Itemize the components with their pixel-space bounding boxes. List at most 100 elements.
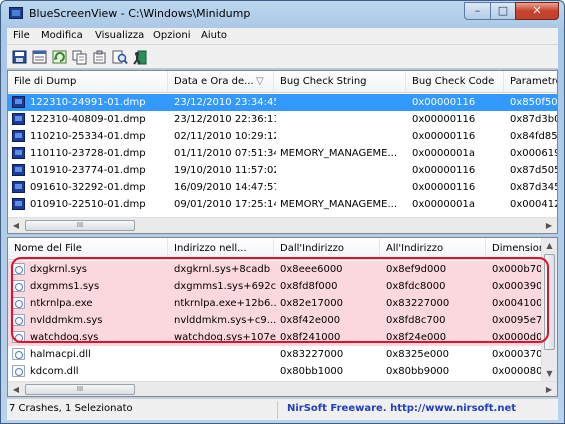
dump-file-icon (12, 96, 25, 108)
close-icon: ✕ (532, 4, 542, 17)
driver-name-cell: watchdog.sys (30, 332, 99, 343)
col-dall-indirizzo[interactable]: Dall'Indirizzo (274, 238, 380, 260)
vertical-scroll-thumb[interactable] (544, 254, 555, 350)
dump-date-cell: 23/12/2010 23:34:45 (174, 97, 276, 108)
col-data-ora-label: Data e Ora de... (174, 76, 254, 87)
driver-row[interactable]: nvlddmkm.sys nvlddmkm.sys+c9... 0x8f42e000… (8, 312, 557, 329)
bug-check-string-cell (280, 94, 408, 111)
driver-list-header: Nome del File Indirizzo nell... Dall'Ind… (8, 238, 557, 260)
to-address-cell: 0x83227000 (386, 298, 450, 309)
dump-date-cell: 01/11/2010 07:51:34 (174, 148, 276, 159)
nirsoft-link[interactable]: NirSoft Freeware. http://www.nirsoft.net (287, 403, 516, 414)
to-address-cell: 0x8f24e000 (386, 332, 447, 343)
parameter-cell: 0x00041287 (510, 199, 557, 210)
title-bar[interactable]: BlueScreenView - C:\Windows\Minidump – □… (1, 1, 564, 27)
driver-row[interactable]: kdcom.dll 0x80bb1000 0x80bb9000 0x00008000 (8, 363, 557, 380)
col-bug-check-string[interactable]: Bug Check String (274, 71, 406, 93)
stack-address-cell: nvlddmkm.sys+c9... (174, 315, 276, 326)
driver-file-icon (12, 297, 25, 309)
minimize-button[interactable]: – (464, 2, 491, 20)
parameter-cell: 0x87d3b008 (510, 114, 557, 125)
save-icon[interactable] (11, 49, 27, 64)
dump-file-cell: 010910-22510-01.dmp (30, 199, 146, 210)
driver-file-icon (12, 280, 25, 292)
menu-aiuto[interactable]: Aiuto (201, 30, 227, 41)
scroll-right-icon[interactable]: ▶ (541, 218, 557, 233)
to-address-cell: 0x8ef9d000 (386, 264, 447, 275)
to-address-cell: 0x8325e000 (386, 349, 449, 360)
scroll-thumb[interactable]: III (25, 220, 135, 231)
driver-list-horizontal-scrollbar[interactable]: ◀ III ▶ (8, 381, 557, 396)
to-address-cell: 0x8fdc8000 (386, 281, 446, 292)
stack-address-cell: dxgkrnl.sys+8cadb (174, 264, 271, 275)
dump-row[interactable]: 010910-22510-01.dmp 09/01/2010 17:25:14 ME… (8, 196, 557, 213)
copy-icon[interactable] (71, 49, 87, 65)
scroll-left-icon[interactable]: ◀ (8, 218, 24, 233)
bug-check-code-cell: 0x00000116 (412, 182, 476, 193)
stack-address-cell: ntkrnlpa.exe+12b6... (174, 298, 276, 309)
scroll-down-icon[interactable]: ▼ (542, 366, 557, 381)
scroll-thumb[interactable]: III (25, 384, 135, 395)
toolbar (7, 45, 558, 69)
menu-file[interactable]: File (13, 30, 30, 41)
bug-check-code-cell: 0x0000001a (412, 199, 475, 210)
bug-check-code-cell: 0x00000116 (412, 97, 476, 108)
driver-row[interactable]: dxgmms1.sys dxgmms1.sys+692c 0x8fd8f000 0x8… (8, 278, 557, 295)
dump-list-horizontal-scrollbar[interactable]: ◀ III ▶ (8, 217, 557, 233)
bug-check-string-cell (280, 111, 408, 128)
driver-row[interactable]: halmacpi.dll 0x83227000 0x8325e000 0x000370… (8, 346, 557, 363)
properties-icon[interactable] (91, 49, 107, 64)
bug-check-code-cell: 0x00000116 (412, 165, 476, 176)
scroll-right-icon[interactable]: ▶ (541, 382, 557, 396)
col-file-di-dump[interactable]: File di Dump (8, 71, 168, 93)
dump-row[interactable]: 122310-40809-01.dmp 23/12/2010 22:36:11 0x… (8, 111, 557, 128)
bug-check-string-cell (280, 179, 408, 196)
find-icon[interactable] (111, 49, 128, 65)
dump-file-icon (12, 147, 25, 159)
bug-check-string-cell (280, 128, 408, 145)
menu-opzioni[interactable]: Opzioni (153, 30, 190, 41)
refresh-icon[interactable] (51, 49, 67, 64)
col-data-ora[interactable]: Data e Ora de... ▽ (168, 71, 274, 93)
bug-check-code-cell: 0x00000116 (412, 131, 476, 142)
dump-file-icon (12, 164, 25, 176)
from-address-cell: 0x82e17000 (280, 298, 343, 309)
driver-row[interactable]: watchdog.sys watchdog.sys+107e 0x8f241000 0… (8, 329, 557, 346)
driver-name-cell: nvlddmkm.sys (30, 315, 103, 326)
dump-list-pane: File di Dump Data e Ora de... ▽ Bug Check… (7, 70, 558, 234)
scroll-up-icon[interactable]: ▲ (542, 238, 557, 253)
driver-list-vertical-scrollbar[interactable]: ▲ ▼ (541, 238, 557, 381)
dump-row[interactable]: 110110-23728-01.dmp 01/11/2010 07:51:34 ME… (8, 145, 557, 162)
dump-file-cell: 101910-23774-01.dmp (30, 165, 146, 176)
menu-visualizza[interactable]: Visualizza (95, 30, 144, 41)
dump-row[interactable]: 101910-23774-01.dmp 19/10/2010 11:57:02 0x… (8, 162, 557, 179)
col-nome-del-file[interactable]: Nome del File (8, 238, 168, 260)
driver-row[interactable]: ntkrnlpa.exe ntkrnlpa.exe+12b6... 0x82e170… (8, 295, 557, 312)
status-divider (277, 401, 278, 419)
dump-row[interactable]: 122310-24991-01.dmp 23/12/2010 23:34:45 0x… (8, 94, 558, 111)
menu-modifica[interactable]: Modifica (41, 30, 83, 41)
status-count: 7 Crashes, 1 Selezionato (9, 403, 133, 414)
driver-rows: dxgkrnl.sys dxgkrnl.sys+8cadb 0x8eee6000 0x… (8, 261, 557, 380)
exit-icon[interactable] (131, 49, 147, 65)
col-bug-check-code[interactable]: Bug Check Code (406, 71, 504, 93)
col-parametro[interactable]: Parametro (504, 71, 557, 93)
maximize-icon: □ (497, 4, 509, 17)
col-all-indirizzo[interactable]: All'Indirizzo (380, 238, 486, 260)
html-report-icon[interactable] (31, 49, 47, 64)
driver-list-pane: Nome del File Indirizzo nell... Dall'Ind… (7, 237, 558, 397)
driver-file-icon (12, 348, 25, 360)
dump-file-cell: 110110-23728-01.dmp (30, 148, 146, 159)
from-address-cell: 0x8f241000 (280, 332, 341, 343)
scroll-left-icon[interactable]: ◀ (8, 382, 24, 396)
parameter-cell: 0x850f5008 (510, 97, 558, 108)
dump-file-cell: 122310-40809-01.dmp (30, 114, 146, 125)
col-indirizzo-stack[interactable]: Indirizzo nell... (168, 238, 274, 260)
maximize-button[interactable]: □ (490, 2, 516, 20)
driver-row[interactable]: dxgkrnl.sys dxgkrnl.sys+8cadb 0x8eee6000 0x… (8, 261, 557, 278)
dump-row[interactable]: 110210-25334-01.dmp 02/11/2010 10:29:12 0x… (8, 128, 557, 145)
dump-row[interactable]: 091610-32292-01.dmp 16/09/2010 14:47:57 0x… (8, 179, 557, 196)
bug-check-string-cell: MEMORY_MANAGEME... (280, 199, 398, 210)
close-button[interactable]: ✕ (515, 2, 559, 20)
driver-file-icon (12, 331, 25, 343)
